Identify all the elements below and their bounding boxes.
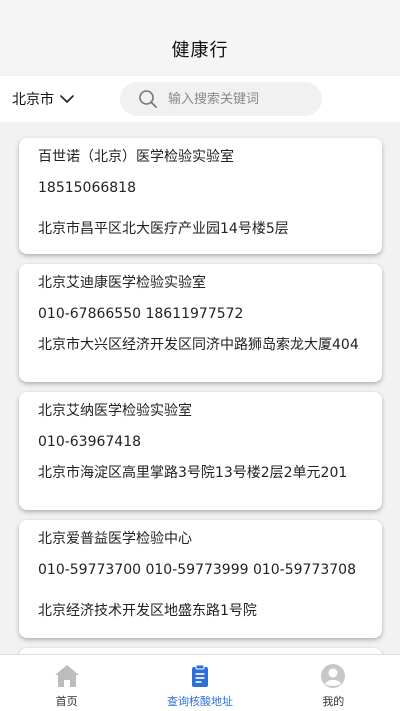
tab-label: 查询核酸地址 bbox=[166, 695, 233, 708]
search-input[interactable] bbox=[168, 91, 308, 107]
list-item[interactable]: 北京艾迪康医学检验实验室 010-67866550 18611977572 北京… bbox=[19, 264, 382, 382]
lab-name: 北京艾纳医学检验实验室 bbox=[38, 403, 192, 419]
tab-home[interactable]: 首页 bbox=[0, 655, 133, 711]
lab-address: 北京市海淀区高里掌路3号院13号楼2层2单元201 bbox=[38, 465, 348, 481]
lab-name: 北京爱普益医学检验中心 bbox=[38, 531, 192, 547]
bottom-tab-bar: 首页 查询核酸地址 我的 bbox=[0, 654, 400, 711]
search-row: 北京市 bbox=[0, 76, 400, 122]
lab-name: 百世诺（北京）医学检验实验室 bbox=[38, 149, 234, 165]
app-screen: 健康行 北京市 百世诺（北京）医学检验实验室 18515066818 北京市昌平… bbox=[0, 0, 400, 711]
lab-list: 百世诺（北京）医学检验实验室 18515066818 北京市昌平区北大医疗产业园… bbox=[0, 122, 400, 654]
lab-address: 北京经济技术开发区地盛东路1号院 bbox=[38, 603, 257, 619]
user-icon bbox=[321, 664, 346, 688]
lab-address: 北京市大兴区经济开发区同济中路狮岛索龙大厦404 bbox=[38, 337, 359, 353]
clipboard-icon bbox=[191, 664, 208, 687]
page-title: 健康行 bbox=[171, 40, 229, 61]
chevron-down-icon bbox=[60, 95, 74, 103]
title-bar: 健康行 bbox=[0, 0, 400, 72]
list-item[interactable]: 北京爱普益医学检验中心 010-59773700 010-59773999 01… bbox=[19, 520, 382, 638]
lab-phone[interactable]: 18515066818 bbox=[38, 177, 370, 199]
search-icon bbox=[139, 90, 157, 108]
tab-label: 我的 bbox=[322, 695, 345, 708]
lab-phone[interactable]: 010-67866550 18611977572 bbox=[38, 303, 370, 325]
city-selector[interactable]: 北京市 bbox=[12, 83, 112, 115]
tab-mine[interactable]: 我的 bbox=[267, 655, 400, 711]
city-label: 北京市 bbox=[12, 92, 54, 108]
lab-name: 北京艾迪康医学检验实验室 bbox=[38, 275, 206, 291]
search-box[interactable] bbox=[120, 82, 322, 116]
lab-address: 北京市昌平区北大医疗产业园14号楼5层 bbox=[38, 221, 289, 237]
home-icon bbox=[54, 665, 79, 687]
lab-phone[interactable]: 010-63967418 bbox=[38, 431, 370, 453]
list-item[interactable]: 百世诺（北京）医学检验实验室 18515066818 北京市昌平区北大医疗产业园… bbox=[19, 138, 382, 254]
list-item[interactable]: 北京艾纳医学检验实验室 010-63967418 北京市海淀区高里掌路3号院13… bbox=[19, 392, 382, 510]
tab-label: 首页 bbox=[55, 695, 78, 708]
lab-phone[interactable]: 010-59773700 010-59773999 010-59773708 bbox=[38, 559, 370, 581]
tab-query-address[interactable]: 查询核酸地址 bbox=[133, 655, 266, 711]
